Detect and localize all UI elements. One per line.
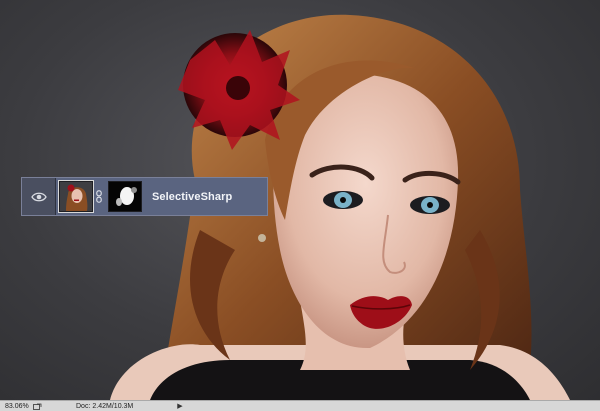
layer-name[interactable]: SelectiveSharp [152, 191, 232, 203]
visibility-toggle[interactable] [22, 178, 56, 215]
zoom-level[interactable]: 83.06% [5, 403, 31, 410]
doc-size: 2.42M/10.3M [92, 402, 134, 410]
doc-label: Doc: [76, 402, 91, 410]
layer-mask-thumbnail[interactable] [108, 181, 142, 212]
chain-link-icon[interactable] [93, 181, 105, 212]
layer-thumbnail[interactable] [58, 180, 94, 213]
layer-row-selectivesharp[interactable]: SelectiveSharp [21, 177, 268, 216]
status-menu-arrow-icon[interactable]: ▶ [177, 402, 182, 410]
eye-icon[interactable] [30, 192, 47, 202]
status-bar: 83.06% Doc: 2.42M/10.3M ▶ [0, 400, 600, 411]
export-icon[interactable] [33, 403, 42, 410]
document-canvas[interactable]: SelectiveSharp [0, 0, 600, 400]
